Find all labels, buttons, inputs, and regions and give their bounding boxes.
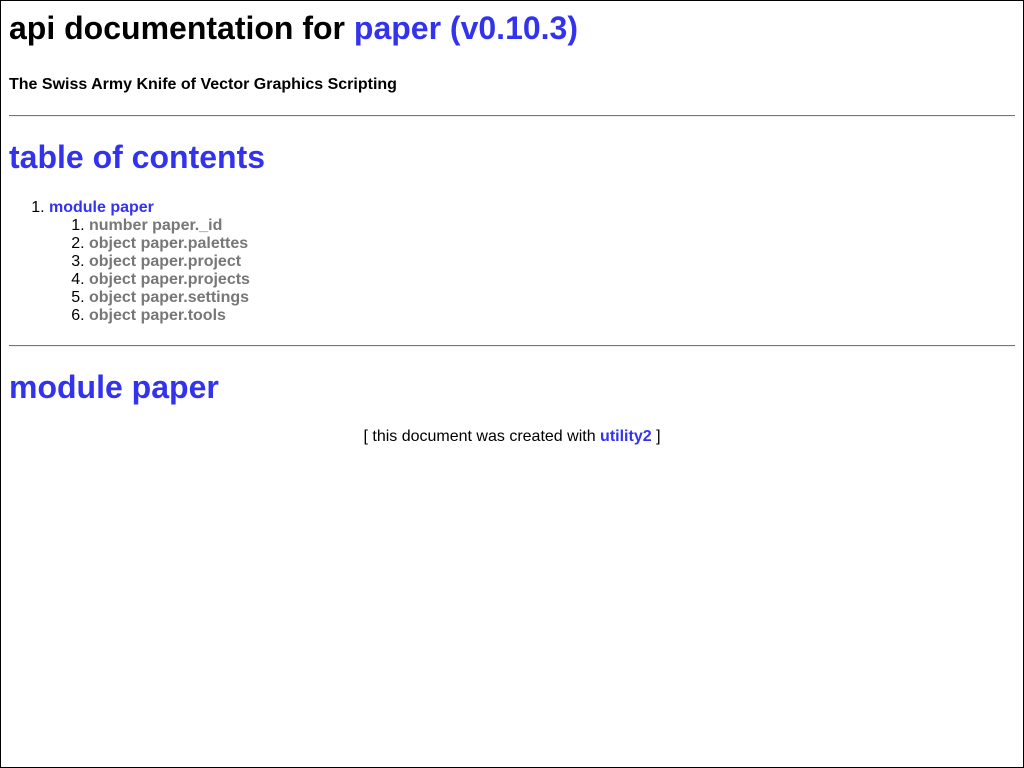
toc-sub-item: object paper.tools <box>89 307 1015 325</box>
toc-sub-item: object paper.projects <box>89 271 1015 289</box>
toc-sub-list: number paper._id object paper.palettes o… <box>49 217 1015 325</box>
toc-sub-item: object paper.settings <box>89 289 1015 307</box>
toc-link-palettes[interactable]: object paper.palettes <box>89 235 248 252</box>
title-package-link[interactable]: paper (v0.10.3) <box>354 10 578 46</box>
toc-sub-item: object paper.project <box>89 253 1015 271</box>
document-page: api documentation for paper (v0.10.3) Th… <box>0 0 1024 768</box>
utility2-link[interactable]: utility2 <box>600 428 652 445</box>
toc-link-tools[interactable]: object paper.tools <box>89 307 226 324</box>
footer-suffix: ] <box>656 428 661 445</box>
divider <box>9 345 1015 347</box>
toc-module-item: module paper number paper._id object pap… <box>49 199 1015 325</box>
footer-prefix: [ this document was created with <box>363 428 596 445</box>
toc-link-project[interactable]: object paper.project <box>89 253 241 270</box>
toc-sub-item: object paper.palettes <box>89 235 1015 253</box>
toc-link-id[interactable]: number paper._id <box>89 217 222 234</box>
toc-link-settings[interactable]: object paper.settings <box>89 289 249 306</box>
title-prefix: api documentation for <box>9 10 345 46</box>
toc-module-link[interactable]: module paper <box>49 199 154 216</box>
toc-sub-item: number paper._id <box>89 217 1015 235</box>
package-description: The Swiss Army Knife of Vector Graphics … <box>9 76 397 93</box>
page-title: api documentation for paper (v0.10.3) <box>9 10 1015 46</box>
footer-credit: [ this document was created with utility… <box>9 427 1015 447</box>
module-heading: module paper <box>9 369 219 405</box>
divider <box>9 115 1015 117</box>
toc-link-projects[interactable]: object paper.projects <box>89 271 250 288</box>
toc-heading: table of contents <box>9 139 266 175</box>
toc-list: module paper number paper._id object pap… <box>9 199 1015 325</box>
